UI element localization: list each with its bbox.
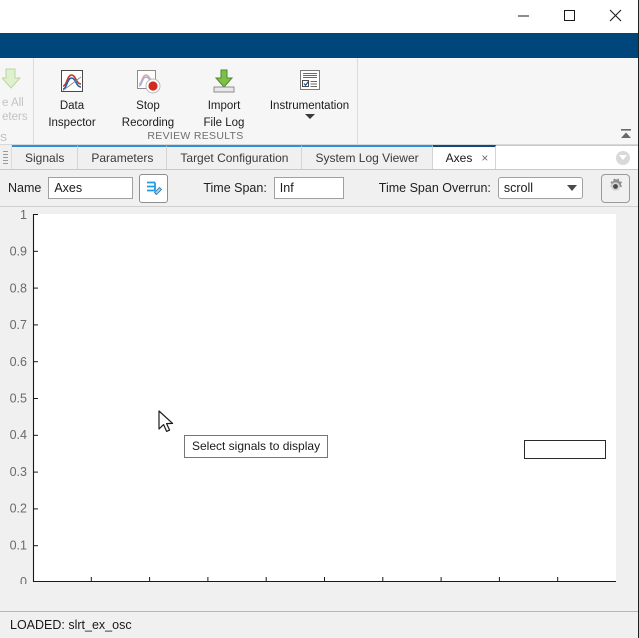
- ribbon-button-stop-recording[interactable]: Stop Recording: [110, 64, 186, 130]
- y-tick-label: 0.4: [10, 428, 27, 442]
- gear-icon: [606, 177, 625, 199]
- time-span-overrun-select[interactable]: scroll: [498, 177, 583, 199]
- tooltip: Select signals to display: [184, 435, 328, 458]
- ribbon-group-truncated: e All eters S: [0, 58, 34, 144]
- ribbon-button-label: Instrumentation: [270, 99, 349, 113]
- app-accent-bar: [0, 33, 638, 58]
- axes-settings-button[interactable]: [601, 174, 630, 203]
- title-bar: [0, 0, 638, 33]
- ribbon-group-review-results: Data Inspector Stop Recordin: [34, 58, 358, 144]
- close-button[interactable]: [592, 0, 638, 30]
- tab-parameters[interactable]: Parameters: [78, 145, 167, 169]
- ribbon-button-update-all-parameters[interactable]: e All eters: [2, 64, 33, 124]
- y-tick-label: 0.2: [10, 502, 27, 516]
- tab-bar-grip[interactable]: [0, 145, 12, 169]
- stop-recording-icon: [134, 66, 162, 96]
- ribbon-toolbar: e All eters S Dat: [0, 58, 638, 145]
- ribbon-filler: [358, 58, 638, 144]
- ribbon-button-label-2: Recording: [122, 116, 174, 130]
- select-signals-button[interactable]: [139, 174, 168, 203]
- collapse-ribbon-icon[interactable]: [618, 126, 634, 142]
- maximize-button[interactable]: [546, 0, 592, 30]
- tab-label: Signals: [25, 151, 64, 165]
- time-span-label: Time Span:: [203, 181, 266, 195]
- ribbon-button-label-line2: eters: [2, 110, 28, 124]
- status-text: LOADED: slrt_ex_osc: [10, 618, 132, 632]
- close-icon[interactable]: ×: [479, 151, 490, 165]
- y-tick-label: 0.6: [10, 355, 27, 369]
- tab-label: Target Configuration: [180, 151, 288, 165]
- axes-plot-area[interactable]: 00.10.20.30.40.50.60.70.80.91 00.10.20.3…: [0, 207, 638, 611]
- ribbon-group-title: REVIEW RESULTS: [34, 130, 357, 145]
- y-tick-label: 0.3: [10, 465, 27, 479]
- ribbon-button-label-2: Inspector: [48, 116, 95, 130]
- ribbon-button-import-file-log[interactable]: Import File Log: [186, 64, 262, 130]
- name-input[interactable]: Axes: [48, 177, 133, 199]
- data-inspector-icon: [58, 66, 86, 96]
- tab-axes[interactable]: Axes ×: [433, 145, 497, 169]
- mouse-cursor: [158, 410, 178, 441]
- ribbon-button-data-inspector[interactable]: Data Inspector: [34, 64, 110, 130]
- ribbon-button-label-2: File Log: [204, 116, 245, 130]
- slrt-explorer-window: e All eters S Dat: [0, 0, 639, 638]
- tab-signals[interactable]: Signals: [12, 145, 78, 169]
- ribbon-button-instrumentation[interactable]: Instrumentation: [262, 64, 357, 119]
- tab-bar-empty-area: [496, 145, 638, 169]
- ribbon-button-label: Stop: [136, 99, 160, 113]
- chevron-down-icon: [567, 185, 577, 191]
- axes-settings-toolbar: Name Axes Time Span: Inf Time Span Overr…: [0, 170, 638, 207]
- instrumentation-icon: [296, 66, 324, 96]
- tab-label: Parameters: [91, 151, 153, 165]
- select-signals-icon: [144, 177, 164, 200]
- y-tick-label: 0.5: [10, 392, 27, 406]
- y-tick-label: 0: [20, 575, 27, 584]
- ribbon-button-label: Data: [60, 99, 84, 113]
- minimize-button[interactable]: [500, 0, 546, 30]
- y-tick-label: 1: [20, 208, 27, 222]
- y-tick-label: 0.1: [10, 538, 27, 552]
- import-file-log-icon: [210, 66, 238, 96]
- tab-label: Axes: [446, 151, 473, 165]
- y-tick-label: 0.9: [10, 245, 27, 259]
- y-tick-label: 0.7: [10, 318, 27, 332]
- time-span-input[interactable]: Inf: [274, 177, 344, 199]
- chevron-down-icon[interactable]: [305, 114, 315, 119]
- chevron-down-circle-icon[interactable]: [616, 151, 630, 165]
- y-tick-label: 0.8: [10, 281, 27, 295]
- plot-canvas: 00.10.20.30.40.50.60.70.80.91 00.10.20.3…: [0, 207, 638, 584]
- time-span-overrun-value: scroll: [504, 181, 533, 195]
- tab-label: System Log Viewer: [315, 151, 418, 165]
- ribbon-button-label-line1: e All: [2, 96, 24, 110]
- tab-target-configuration[interactable]: Target Configuration: [167, 145, 302, 169]
- ribbon-button-label: Import: [208, 99, 241, 113]
- status-bar: LOADED: slrt_ex_osc: [0, 611, 638, 638]
- tab-system-log-viewer[interactable]: System Log Viewer: [302, 145, 432, 169]
- document-tab-bar: Signals Parameters Target Configuration …: [0, 145, 638, 170]
- time-span-overrun-label: Time Span Overrun:: [379, 181, 491, 195]
- update-all-parameters-icon: [2, 66, 28, 96]
- plot-legend[interactable]: [524, 440, 606, 459]
- name-label: Name: [8, 181, 41, 195]
- ribbon-group-title-truncated: S: [0, 128, 33, 144]
